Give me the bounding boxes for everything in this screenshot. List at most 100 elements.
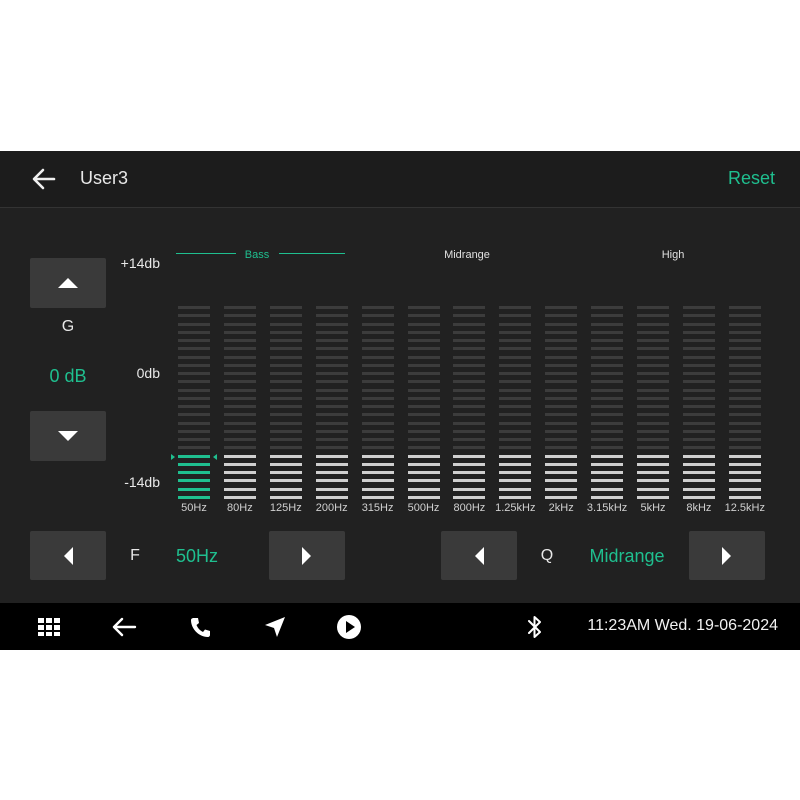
- eq-band-freq-label: 125Hz: [269, 502, 302, 514]
- eq-band-segment: [453, 429, 486, 433]
- eq-band-segment: [545, 405, 578, 408]
- eq-band-segment: [223, 438, 256, 441]
- eq-band-segment: [361, 479, 394, 483]
- eq-band-segment: [269, 421, 302, 425]
- eq-band-segment: [178, 405, 210, 408]
- eq-band-segment: [499, 339, 532, 342]
- eq-band-segment: [361, 462, 394, 466]
- eq-band-segment: [407, 363, 440, 367]
- eq-band-segment: [453, 421, 486, 425]
- eq-band-segment: [361, 322, 394, 326]
- eq-band-column[interactable]: [361, 306, 394, 504]
- eq-band-segment: [269, 396, 302, 400]
- eq-band-column[interactable]: [499, 306, 532, 504]
- eq-band-freq-label: 80Hz: [227, 502, 253, 514]
- eq-band-segment: [728, 388, 761, 392]
- eq-band-segment: [545, 471, 578, 474]
- eq-band-segment: [499, 405, 532, 408]
- eq-band-segment: [269, 314, 302, 318]
- eq-band-column[interactable]: [728, 306, 761, 504]
- eq-band-column[interactable]: [453, 306, 486, 504]
- eq-band-segment: [499, 421, 532, 425]
- eq-band-segment: [223, 363, 256, 367]
- eq-band-segment: [407, 330, 440, 334]
- eq-band-segment: [407, 429, 440, 433]
- eq-band-segment: [223, 413, 256, 417]
- back-nav-icon[interactable]: [110, 613, 138, 641]
- freq-next-button[interactable]: [269, 531, 345, 580]
- eq-band-column[interactable]: [223, 306, 256, 504]
- eq-band-segment: [315, 347, 348, 351]
- navigation-icon[interactable]: [261, 613, 289, 641]
- eq-band-column[interactable]: [637, 306, 669, 504]
- eq-band-segment: [499, 479, 532, 483]
- bluetooth-icon[interactable]: [521, 613, 549, 641]
- eq-band-column[interactable]: [545, 306, 578, 504]
- eq-band-segment: [682, 372, 715, 375]
- eq-band-segment: [178, 388, 210, 392]
- eq-band-segment: [361, 405, 394, 408]
- eq-band-column[interactable]: [591, 306, 624, 504]
- eq-band-segment: [591, 454, 624, 458]
- eq-band-segment: [315, 479, 348, 483]
- eq-band-segment: [178, 413, 210, 417]
- eq-band-segment: [591, 330, 624, 334]
- eq-band-column[interactable]: [315, 306, 348, 504]
- eq-band-segment: [269, 306, 302, 309]
- eq-band-segment: [453, 380, 486, 384]
- eq-band-segment: [315, 495, 348, 499]
- eq-band-segment: [545, 462, 578, 466]
- eq-band-segment: [728, 429, 761, 433]
- eq-band-segment: [223, 347, 256, 351]
- eq-band-segment: [178, 438, 210, 441]
- eq-band-segment: [178, 347, 210, 351]
- play-circle-icon[interactable]: [335, 613, 363, 641]
- eq-band-segment: [545, 495, 578, 499]
- eq-band-segment: [591, 495, 624, 499]
- eq-band-segment: [591, 347, 624, 351]
- phone-icon[interactable]: [186, 613, 214, 641]
- eq-band-column[interactable]: [407, 306, 440, 504]
- apps-grid-icon[interactable]: [35, 613, 63, 641]
- eq-band-segment: [453, 363, 486, 367]
- eq-band-segment: [591, 446, 624, 450]
- eq-band-segment: [178, 479, 210, 483]
- eq-band-segment: [591, 306, 624, 309]
- eq-band-segment: [453, 462, 486, 466]
- eq-band-column[interactable]: [269, 306, 302, 504]
- eq-band-segment: [637, 405, 669, 408]
- eq-band-segment: [545, 479, 578, 483]
- eq-band-segment: [407, 487, 440, 491]
- eq-band-segment: [637, 347, 669, 351]
- eq-band-segment: [407, 462, 440, 466]
- eq-band-column[interactable]: [178, 306, 210, 504]
- triangle-left-icon: [64, 546, 73, 565]
- eq-band-segment: [499, 363, 532, 367]
- q-prev-button[interactable]: [441, 531, 517, 580]
- freq-prev-button[interactable]: [30, 531, 106, 580]
- eq-band-segment: [361, 314, 394, 318]
- eq-band-segment: [269, 347, 302, 351]
- eq-band-segment: [361, 372, 394, 375]
- q-next-button[interactable]: [689, 531, 765, 580]
- eq-band-segment: [223, 462, 256, 466]
- eq-band-segment: [407, 446, 440, 450]
- eq-band-segment: [545, 380, 578, 384]
- eq-band-segment: [453, 495, 486, 499]
- eq-band-segment: [315, 396, 348, 400]
- eq-band-segment: [178, 380, 210, 384]
- eq-band-segment: [178, 446, 210, 450]
- eq-band-segment: [407, 495, 440, 499]
- eq-band-segment: [269, 487, 302, 491]
- eq-band-segment: [637, 438, 669, 441]
- eq-band-segment: [269, 339, 302, 342]
- eq-band-segment: [178, 339, 210, 342]
- eq-band-segment: [453, 355, 486, 359]
- eq-band-segment: [315, 363, 348, 367]
- eq-band-segment: [682, 438, 715, 441]
- eq-band-column[interactable]: [682, 306, 715, 504]
- eq-band-segment: [361, 487, 394, 491]
- equalizer-screen: User3 Reset G 0 dB +14db 0db -14db Bass …: [0, 151, 800, 650]
- eq-band-segment: [545, 322, 578, 326]
- eq-band-freq-label: 1.25kHz: [495, 502, 536, 514]
